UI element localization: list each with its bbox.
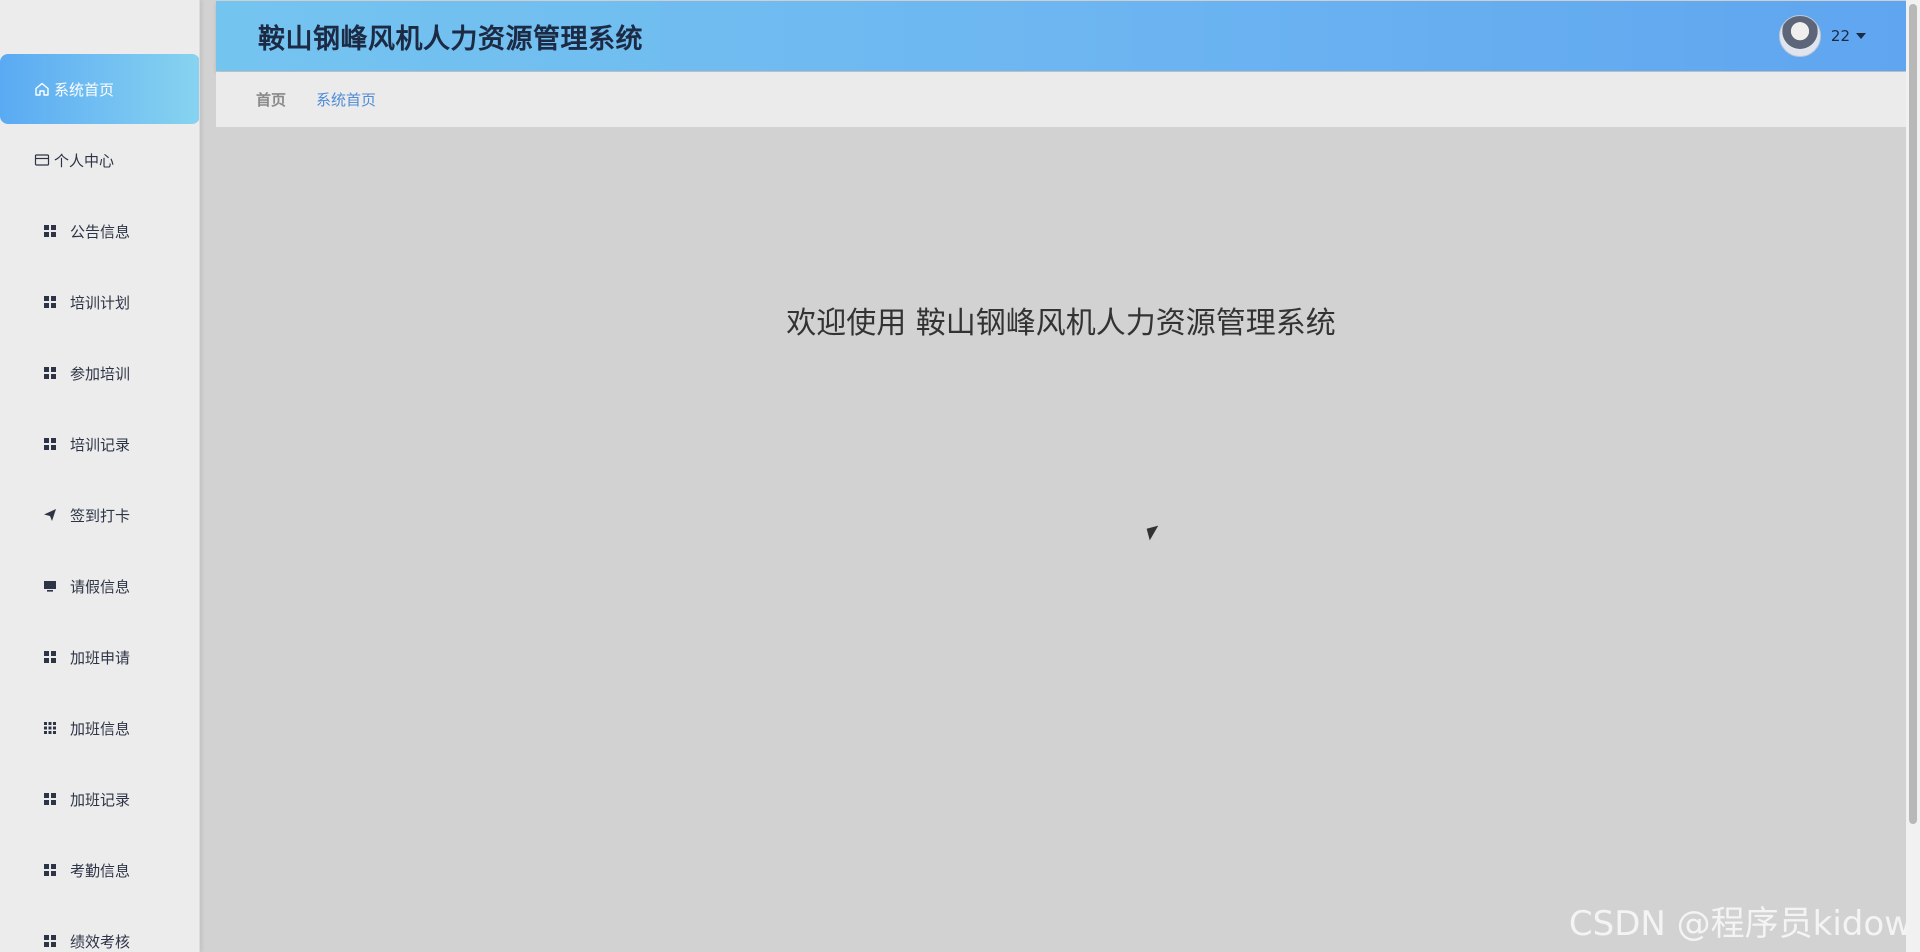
card-icon xyxy=(34,152,50,168)
grid-icon xyxy=(42,436,58,452)
sidebar-item-home[interactable]: 系统首页 xyxy=(0,54,199,124)
breadcrumb-current[interactable]: 系统首页 xyxy=(316,89,376,110)
grid-icon xyxy=(42,294,58,310)
user-name: 22 xyxy=(1830,27,1850,45)
sidebar-item-label: 签到打卡 xyxy=(70,506,131,525)
sidebar-item-attendance[interactable]: 考勤信息 xyxy=(0,835,199,905)
sidebar-item-overtime-apply[interactable]: 加班申请 xyxy=(0,622,199,692)
grid-icon xyxy=(42,223,58,239)
sidebar-item-label: 加班申请 xyxy=(70,648,131,667)
sidebar-item-training-plan[interactable]: 培训计划 xyxy=(0,267,199,337)
sidebar-item-notice[interactable]: 公告信息 xyxy=(0,196,199,266)
breadcrumb: 首页 系统首页 xyxy=(216,72,1906,127)
breadcrumb-home[interactable]: 首页 xyxy=(256,89,286,110)
home-icon xyxy=(34,81,50,97)
sidebar-item-profile[interactable]: 个人中心 xyxy=(0,125,199,195)
sidebar-item-label: 绩效考核 xyxy=(70,932,131,951)
grid-icon xyxy=(42,862,58,878)
send-icon xyxy=(42,507,58,523)
sidebar-item-label: 系统首页 xyxy=(54,80,115,99)
scrollbar[interactable] xyxy=(1906,0,1920,952)
sidebar-menu: 系统首页 个人中心 公告信息 培训计划 参加培训 培训记录 签到打卡 请假信息 … xyxy=(0,54,199,952)
sidebar-item-label: 公告信息 xyxy=(70,222,131,241)
monitor-icon xyxy=(42,578,58,594)
grid-icon xyxy=(42,365,58,381)
sidebar-item-performance[interactable]: 绩效考核 xyxy=(0,906,199,952)
top-header: 鞍山钢峰风机人力资源管理系统 22 xyxy=(216,1,1906,71)
app-title: 鞍山钢峰风机人力资源管理系统 xyxy=(258,24,643,55)
grid-dense-icon xyxy=(42,720,58,736)
avatar[interactable] xyxy=(1778,15,1821,57)
sidebar-item-label: 加班记录 xyxy=(70,790,131,809)
sidebar-item-label: 考勤信息 xyxy=(70,861,131,880)
sidebar: 系统首页 个人中心 公告信息 培训计划 参加培训 培训记录 签到打卡 请假信息 … xyxy=(0,0,200,952)
grid-icon xyxy=(42,933,58,949)
sidebar-item-label: 请假信息 xyxy=(70,577,131,596)
welcome-message: 欢迎使用 鞍山钢峰风机人力资源管理系统 xyxy=(786,306,1336,341)
sidebar-item-label: 个人中心 xyxy=(54,151,115,170)
sidebar-item-label: 加班信息 xyxy=(70,719,131,738)
sidebar-item-check-in[interactable]: 签到打卡 xyxy=(0,480,199,550)
caret-down-icon xyxy=(1856,33,1866,39)
sidebar-item-join-training[interactable]: 参加培训 xyxy=(0,338,199,408)
sidebar-item-label: 培训计划 xyxy=(70,293,131,312)
mouse-cursor-icon xyxy=(1146,525,1162,541)
sidebar-item-overtime-records[interactable]: 加班记录 xyxy=(0,764,199,834)
grid-icon xyxy=(42,649,58,665)
sidebar-item-label: 参加培训 xyxy=(70,364,131,383)
sidebar-item-overtime-info[interactable]: 加班信息 xyxy=(0,693,199,763)
sidebar-item-leave[interactable]: 请假信息 xyxy=(0,551,199,621)
sidebar-item-label: 培训记录 xyxy=(70,435,131,454)
scrollbar-thumb[interactable] xyxy=(1909,4,1917,824)
sidebar-item-training-records[interactable]: 培训记录 xyxy=(0,409,199,479)
grid-icon xyxy=(42,791,58,807)
user-menu[interactable]: 22 xyxy=(1778,15,1866,57)
watermark: CSDN @程序员kidow xyxy=(1568,904,1912,944)
